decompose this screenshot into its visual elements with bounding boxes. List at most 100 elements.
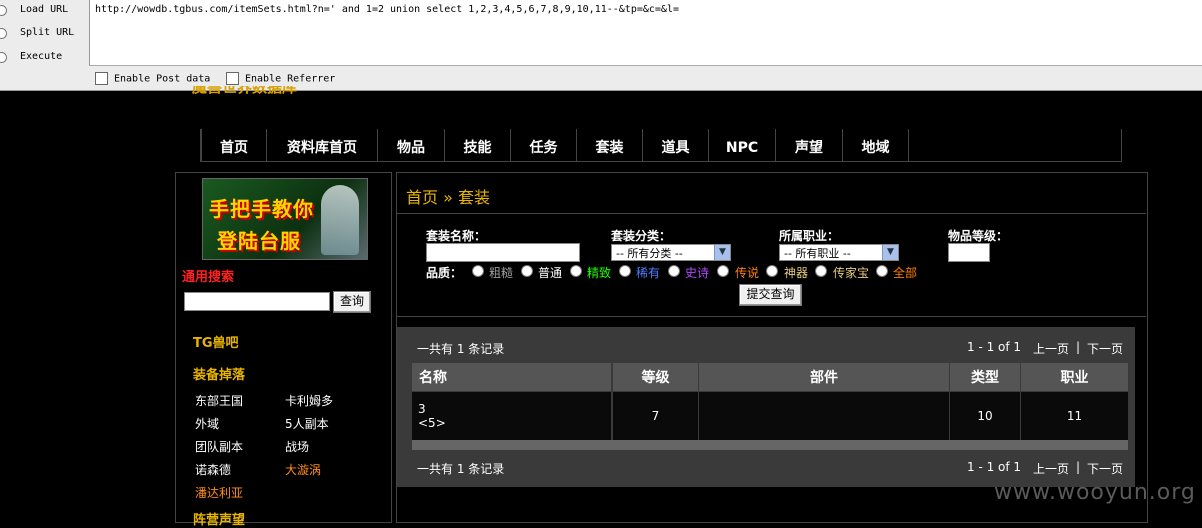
quality-radio-heirloom[interactable] — [815, 265, 827, 277]
reputation-title: 阵营声望 — [193, 513, 246, 528]
pager-prev-bottom[interactable]: 上一页 — [1033, 460, 1069, 477]
hackbar-toolbar: Load URL Split URL Execute http://wowdb.… — [0, 0, 1202, 91]
quality-radio-uncommon[interactable] — [570, 265, 582, 277]
cell-level: 7 — [613, 392, 699, 440]
quality-radio-poor[interactable] — [472, 265, 484, 277]
sidebar-link-pandaria[interactable]: 潘达利亚 — [195, 484, 243, 501]
quality-radio-all[interactable] — [876, 265, 888, 277]
sidebar-link-raid[interactable]: 团队副本 — [195, 438, 243, 455]
quality-rare-label: 稀有 — [636, 266, 661, 280]
watermark: www.wooyun.org — [994, 480, 1196, 505]
sidebar-link-northrend[interactable]: 诺森德 — [195, 461, 231, 478]
url-textarea[interactable]: http://wowdb.tgbus.com/itemSets.html?n='… — [89, 0, 1202, 66]
set-name-input[interactable] — [426, 243, 580, 262]
set-type-select[interactable]: -- 所有分类 -- ▼ — [611, 244, 731, 261]
pager-next-bottom[interactable]: 下一页 — [1087, 460, 1123, 477]
quality-epic-label: 史诗 — [685, 266, 710, 280]
quality-radio-common[interactable] — [521, 265, 533, 277]
chevron-down-icon[interactable]: ▼ — [882, 245, 898, 260]
quality-radio-epic[interactable] — [668, 265, 680, 277]
pager-next[interactable]: 下一页 — [1087, 340, 1123, 357]
table-footer-bar — [412, 440, 1128, 450]
cell-class: 11 — [1021, 392, 1128, 440]
enable-post-label: Enable Post data — [114, 73, 211, 85]
quality-radio-legendary[interactable] — [717, 265, 729, 277]
execute-button[interactable]: Execute — [0, 47, 88, 69]
quality-all-label: 全部 — [893, 266, 918, 280]
site-logo[interactable]: 魔兽世界数据库 — [192, 86, 297, 96]
item-level-label: 物品等级： — [948, 229, 1009, 243]
banner-line2: 登陆台服 — [217, 229, 301, 253]
quality-label: 品质： — [426, 266, 463, 280]
sidebar-link-outland[interactable]: 外域 — [195, 415, 219, 432]
set-name-label: 套装名称： — [426, 229, 487, 243]
col-header-name[interactable]: 名称 — [412, 363, 612, 391]
record-count-bottom: 一共有 1 条记录 — [417, 462, 505, 476]
nav-item-zones[interactable]: 地域 — [842, 129, 909, 161]
sidebar-link-5man[interactable]: 5人副本 — [285, 415, 329, 432]
pager-prev[interactable]: 上一页 — [1033, 340, 1069, 357]
enable-referrer-label: Enable Referrer — [245, 73, 336, 85]
checkbox-box[interactable] — [95, 72, 108, 85]
nav-item-sets[interactable]: 套装 — [576, 129, 642, 161]
breadcrumb[interactable]: 首页 » 套装 — [406, 184, 490, 208]
record-count: 一共有 1 条记录 — [417, 342, 505, 356]
cell-name-sub: <5> — [418, 416, 446, 430]
divider — [396, 316, 1146, 317]
sidebar-link-battleground[interactable]: 战场 — [285, 438, 309, 455]
class-value: -- 所有职业 -- — [784, 247, 851, 260]
pager-separator: | — [1076, 340, 1081, 354]
sidebar-search-input[interactable] — [184, 292, 330, 311]
sidebar-link-eastern-kingdoms[interactable]: 东部王国 — [195, 392, 243, 409]
sidebar-search-button[interactable]: 查询 — [333, 291, 371, 313]
nav-item-npc[interactable]: NPC — [708, 129, 775, 161]
nav-item-items[interactable]: 物品 — [377, 129, 444, 161]
load-url-icon — [0, 5, 7, 16]
enable-post-checkbox[interactable]: Enable Post data — [95, 72, 210, 85]
quality-artifact-label: 神器 — [784, 266, 809, 280]
quality-radio-artifact[interactable] — [766, 265, 778, 277]
pager-range: 1 - 1 of 1 — [967, 340, 1022, 354]
sidebar-link-tg[interactable]: TG兽吧 — [193, 332, 239, 351]
nav-item-quests[interactable]: 任务 — [510, 129, 576, 161]
col-header-type[interactable]: 类型 — [950, 363, 1021, 391]
nav-item-database[interactable]: 资料库首页 — [266, 129, 377, 161]
split-url-label: Split URL — [20, 27, 75, 38]
divider — [396, 213, 1146, 214]
quality-common-label: 普通 — [538, 266, 563, 280]
quality-legendary-label: 传说 — [735, 266, 760, 280]
sidebar-link-maelstrom[interactable]: 大漩涡 — [285, 461, 321, 478]
nav-item-spells[interactable]: 技能 — [444, 129, 510, 161]
enable-referrer-checkbox[interactable]: Enable Referrer — [226, 72, 335, 85]
nav-item-objects[interactable]: 道具 — [642, 129, 708, 161]
set-type-value: -- 所有分类 -- — [616, 247, 683, 260]
drops-title: 装备掉落 — [193, 368, 246, 383]
execute-label: Execute — [20, 51, 63, 62]
sidebar-link-kalimdor[interactable]: 卡利姆多 — [285, 392, 333, 409]
col-header-class[interactable]: 职业 — [1021, 363, 1128, 391]
banner-figure — [321, 185, 359, 255]
quality-radio-rare[interactable] — [619, 265, 631, 277]
cell-type: 10 — [950, 392, 1021, 440]
set-type-label: 套装分类： — [611, 229, 672, 243]
cell-name[interactable]: 3 — [418, 402, 605, 416]
item-level-input[interactable] — [948, 243, 990, 262]
checkbox-box[interactable] — [226, 72, 239, 85]
chevron-down-icon[interactable]: ▼ — [714, 245, 730, 260]
table-row[interactable]: 3 <5> — [412, 392, 612, 440]
quality-poor-label: 粗糙 — [489, 266, 514, 280]
col-header-level[interactable]: 等级 — [613, 363, 699, 391]
promo-banner[interactable]: 手把手教你 登陆台服 — [202, 178, 368, 260]
class-label: 所属职业： — [779, 229, 840, 243]
split-url-button[interactable]: Split URL — [0, 23, 88, 45]
cell-parts — [699, 392, 950, 440]
submit-query-button[interactable]: 提交查询 — [739, 284, 802, 306]
execute-icon — [0, 52, 7, 63]
split-url-icon — [0, 28, 7, 39]
load-url-button[interactable]: Load URL — [0, 0, 88, 22]
nav-item-reputation[interactable]: 声望 — [775, 129, 842, 161]
col-header-parts[interactable]: 部件 — [699, 363, 950, 391]
banner-line1: 手把手教你 — [209, 197, 314, 221]
nav-item-home[interactable]: 首页 — [201, 129, 266, 161]
class-select[interactable]: -- 所有职业 -- ▼ — [779, 244, 899, 261]
